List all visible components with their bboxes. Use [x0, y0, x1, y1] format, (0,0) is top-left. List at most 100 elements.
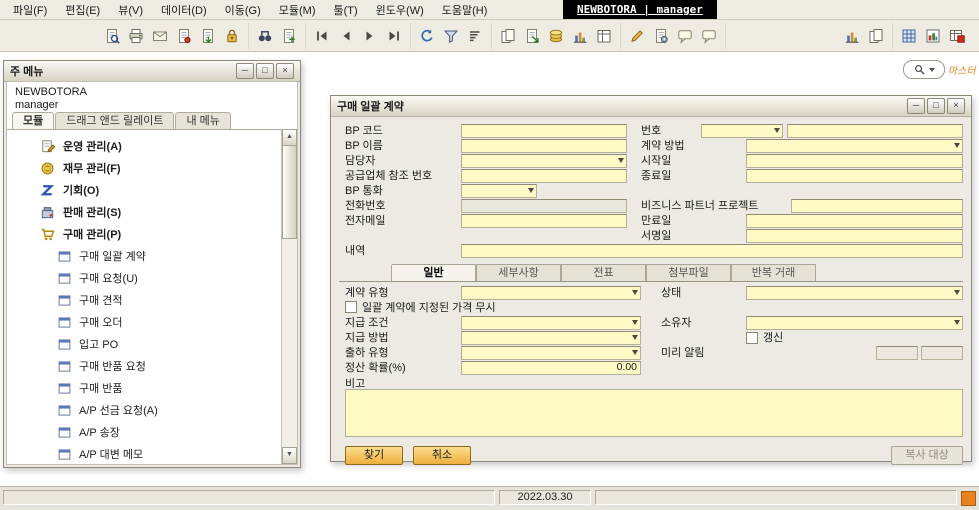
owner-select[interactable] [746, 316, 963, 330]
dashboard-icon[interactable] [922, 24, 944, 48]
tab-general[interactable]: 일반 [391, 264, 476, 282]
tab-modules[interactable]: 모듈 [12, 112, 54, 129]
refresh-icon[interactable] [416, 24, 438, 48]
module-sales[interactable]: 판매 관리(S) [7, 201, 281, 223]
scrollbar[interactable]: ▲ ▼ [281, 129, 297, 464]
menu-item-goods-return-request[interactable]: 구매 반품 요청 [7, 355, 281, 377]
close-button[interactable]: × [276, 63, 294, 79]
close-button[interactable]: × [947, 98, 965, 114]
vendor-ref-field[interactable] [461, 169, 627, 183]
add-icon[interactable] [278, 24, 300, 48]
previous-record-icon[interactable] [335, 24, 357, 48]
menu-item-ap-down-payment-request[interactable]: A/P 선금 요청(A) [7, 399, 281, 421]
gross-profit-icon[interactable] [569, 24, 591, 48]
alerts-overview-icon[interactable] [946, 24, 968, 48]
tab-my-menu[interactable]: 내 메뉴 [175, 112, 230, 129]
tab-drag-relate[interactable]: 드래그 앤드 릴레이트 [55, 112, 174, 129]
filter-icon[interactable] [440, 24, 462, 48]
status-alert-indicator[interactable] [961, 491, 976, 506]
menu-item-edit[interactable]: 편집(E) [56, 0, 109, 20]
send-sms-icon[interactable] [173, 24, 195, 48]
analytics-icon[interactable] [841, 24, 863, 48]
reports-icon[interactable] [865, 24, 887, 48]
payment-means-icon[interactable] [545, 24, 567, 48]
bp-code-field[interactable] [461, 124, 627, 138]
phone-field[interactable] [461, 199, 627, 213]
maximize-button[interactable]: □ [256, 63, 274, 79]
menu-item-purchase-quotation[interactable]: 구매 견적 [7, 289, 281, 311]
minimize-button[interactable]: ─ [907, 98, 925, 114]
settlement-probability-field[interactable]: 0.00 [461, 361, 641, 375]
send-email-icon[interactable] [149, 24, 171, 48]
number-series-select[interactable] [701, 124, 783, 138]
status-select[interactable] [746, 286, 963, 300]
module-financials[interactable]: 재무 관리(F) [7, 157, 281, 179]
find-icon[interactable] [254, 24, 276, 48]
tab-attachments[interactable]: 첨부파일 [646, 264, 731, 281]
menu-item-goto[interactable]: 이동(G) [216, 0, 270, 20]
shipping-type-select[interactable] [461, 346, 641, 360]
workflow-icon[interactable] [898, 24, 920, 48]
menu-item-ap-invoice[interactable]: A/P 송장 [7, 421, 281, 443]
end-date-field[interactable] [746, 169, 963, 183]
menu-item-modules[interactable]: 모듈(M) [270, 0, 325, 20]
lock-screen-icon[interactable] [221, 24, 243, 48]
next-record-icon[interactable] [359, 24, 381, 48]
maximize-button[interactable]: □ [927, 98, 945, 114]
menu-item-window[interactable]: 윈도우(W) [367, 0, 433, 20]
agreement-method-select[interactable] [746, 139, 963, 153]
contact-person-select[interactable] [461, 154, 627, 168]
scroll-up-icon[interactable]: ▲ [282, 129, 297, 146]
copy-to-button[interactable]: 복사 대상 [891, 446, 963, 465]
menu-item-goods-return[interactable]: 구매 반품 [7, 377, 281, 399]
tab-documents[interactable]: 전표 [561, 264, 646, 281]
minimize-button[interactable]: ─ [236, 63, 254, 79]
last-record-icon[interactable] [383, 24, 405, 48]
transaction-journal-icon[interactable] [593, 24, 615, 48]
module-purchasing[interactable]: 구매 관리(P) [7, 223, 281, 245]
form-settings-icon[interactable] [650, 24, 672, 48]
scroll-thumb[interactable] [282, 145, 297, 239]
messages-icon[interactable] [674, 24, 696, 48]
module-administration[interactable]: 운영 관리(A) [7, 135, 281, 157]
bp-currency-select[interactable] [461, 184, 537, 198]
export-icon[interactable] [197, 24, 219, 48]
email-field[interactable] [461, 214, 627, 228]
menu-item-data[interactable]: 데이터(D) [152, 0, 216, 20]
number-field[interactable] [787, 124, 963, 138]
menu-item-help[interactable]: 도움말(H) [433, 0, 497, 20]
module-opportunities[interactable]: 기회(O) [7, 179, 281, 201]
bp-name-field[interactable] [461, 139, 627, 153]
description-field[interactable] [461, 244, 963, 258]
menu-item-purchase-order[interactable]: 구매 오더 [7, 311, 281, 333]
agreement-type-select[interactable] [461, 286, 641, 300]
tab-details[interactable]: 세부사항 [476, 264, 561, 281]
agreement-titlebar[interactable]: 구매 일괄 계약 ─ □ × [331, 96, 971, 117]
bp-project-field[interactable] [791, 199, 963, 213]
print-icon[interactable] [125, 24, 147, 48]
remind-unit-field[interactable] [921, 346, 963, 360]
start-date-field[interactable] [746, 154, 963, 168]
sort-icon[interactable] [464, 24, 486, 48]
menu-item-goods-receipt-po[interactable]: 입고 PO [7, 333, 281, 355]
global-search-button[interactable] [903, 60, 945, 79]
remarks-textarea[interactable] [345, 389, 963, 437]
base-document-icon[interactable] [497, 24, 519, 48]
signing-date-field[interactable] [746, 229, 963, 243]
termination-date-field[interactable] [746, 214, 963, 228]
scroll-down-icon[interactable]: ▼ [282, 447, 297, 464]
menu-item-ap-credit-memo[interactable]: A/P 대변 메모 [7, 443, 281, 464]
comments-icon[interactable] [698, 24, 720, 48]
menu-item-view[interactable]: 뷰(V) [109, 0, 152, 20]
menu-item-file[interactable]: 파일(F) [4, 0, 56, 20]
find-button[interactable]: 찾기 [345, 446, 403, 465]
edit-icon[interactable] [626, 24, 648, 48]
renewal-checkbox[interactable] [746, 332, 758, 344]
first-record-icon[interactable] [311, 24, 333, 48]
payment-terms-select[interactable] [461, 316, 641, 330]
target-document-icon[interactable] [521, 24, 543, 48]
print-preview-icon[interactable] [101, 24, 123, 48]
tab-recurring[interactable]: 반복 거래 [731, 264, 816, 281]
cancel-button[interactable]: 취소 [413, 446, 471, 465]
menu-item-purchase-blanket-agreement[interactable]: 구매 일괄 계약 [7, 245, 281, 267]
